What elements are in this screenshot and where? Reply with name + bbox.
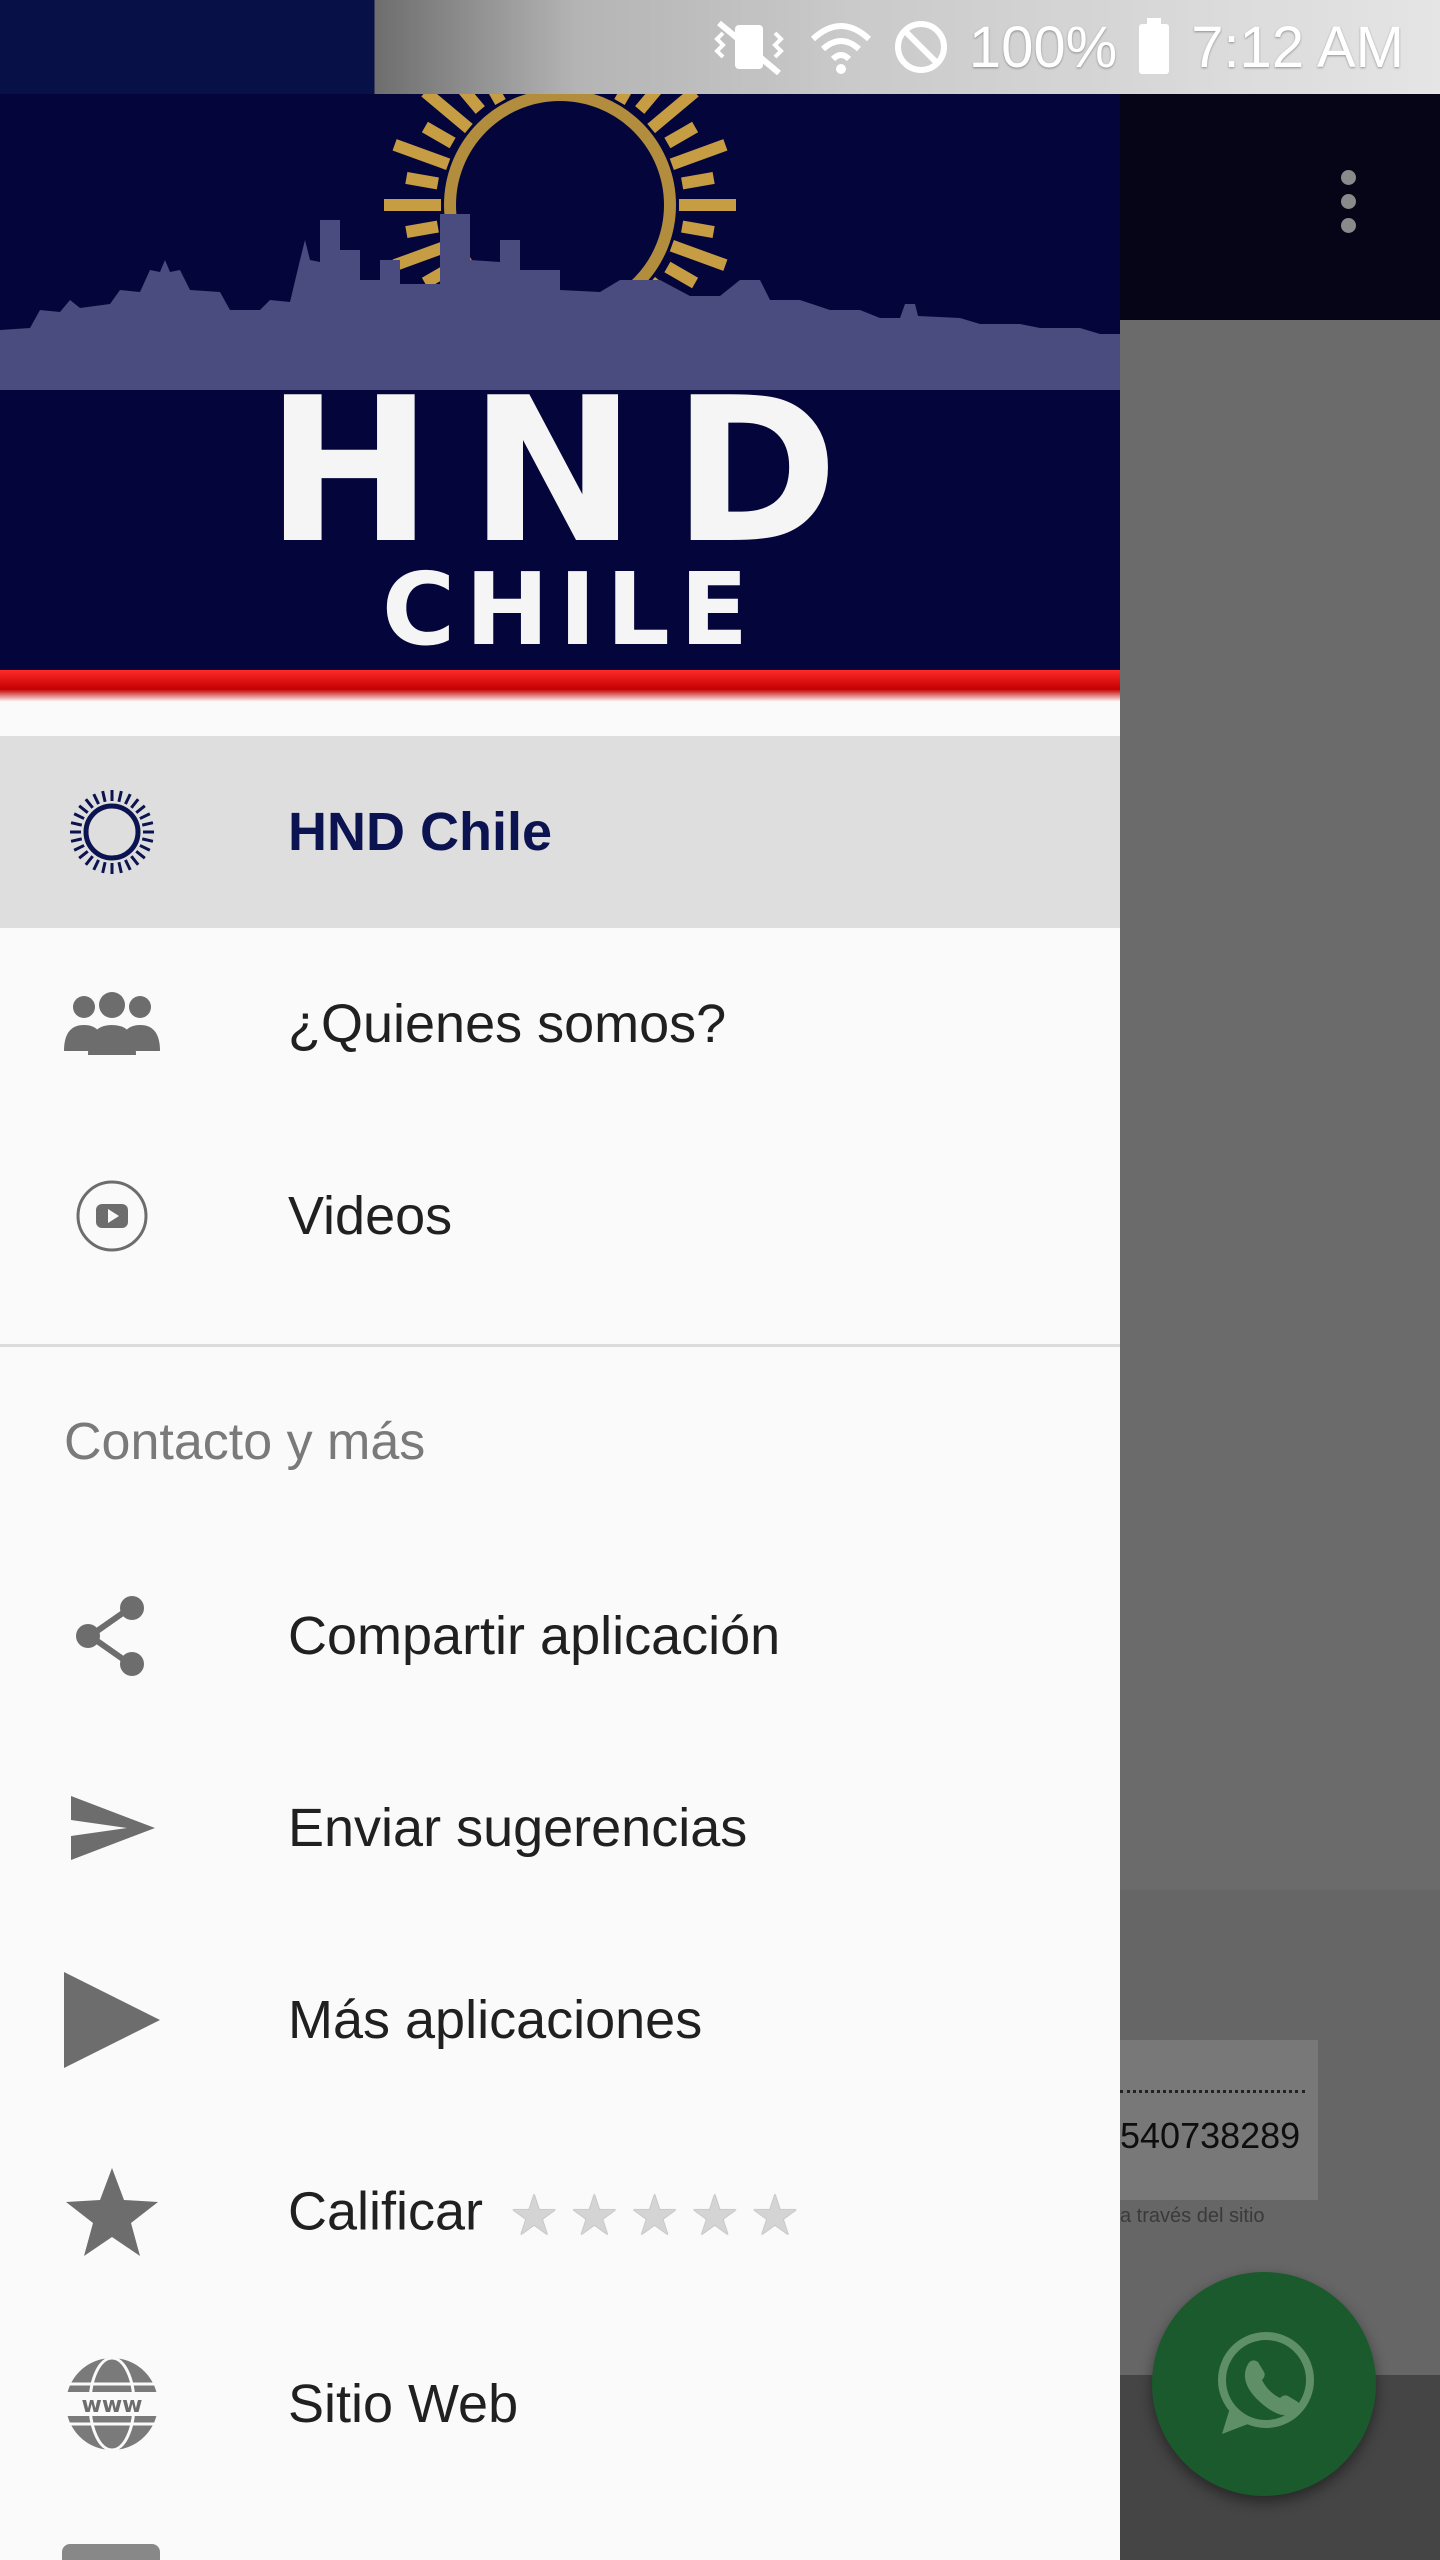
nav-item-enviar-sugerencias[interactable]: Enviar sugerencias bbox=[0, 1732, 1120, 1924]
play-circle-icon bbox=[62, 1166, 162, 1266]
status-bar: 100% 7:12 AM bbox=[0, 0, 1440, 94]
flag-stripe bbox=[0, 670, 1120, 702]
star-1-icon[interactable]: ★ bbox=[509, 2187, 559, 2243]
nav-item-videos[interactable]: Videos bbox=[0, 1120, 1120, 1312]
partial-nav-item-icon bbox=[62, 2544, 160, 2560]
nav-item-label: Sitio Web bbox=[288, 2374, 519, 2434]
globe-www-icon: www bbox=[62, 2354, 162, 2454]
svg-text:www: www bbox=[82, 2393, 143, 2418]
nav-item-label: HND Chile bbox=[288, 802, 553, 862]
nav-item-mas-aplicaciones[interactable]: Más aplicaciones bbox=[0, 1924, 1120, 2116]
star-4-icon[interactable]: ★ bbox=[690, 2187, 740, 2243]
battery-percentage: 100% bbox=[968, 14, 1118, 80]
people-icon bbox=[62, 974, 162, 1074]
brand-subtitle: CHILE bbox=[381, 551, 759, 668]
nav-item-sitio-web[interactable]: www Sitio Web bbox=[0, 2308, 1120, 2500]
overflow-menu-icon[interactable] bbox=[1330, 170, 1366, 250]
brand-title: HND bbox=[265, 355, 875, 588]
sun-logo-icon bbox=[62, 782, 162, 882]
vibrate-mute-icon bbox=[714, 20, 784, 75]
nav-item-hnd-chile[interactable]: HND Chile bbox=[0, 736, 1120, 928]
star-icon bbox=[62, 2162, 162, 2262]
nav-item-label: ¿Quienes somos? bbox=[288, 994, 727, 1054]
section-header: Contacto y más bbox=[64, 1413, 426, 1471]
whatsapp-icon bbox=[1218, 2332, 1314, 2434]
contact-caption: a través del sitio bbox=[1120, 2205, 1265, 2227]
phone-number: 540738289 bbox=[1120, 2115, 1301, 2156]
star-5-icon[interactable]: ★ bbox=[750, 2187, 800, 2243]
drawer-header: HND CHILE bbox=[0, 0, 1120, 702]
battery-icon bbox=[1139, 18, 1170, 74]
nav-item-quienes-somos[interactable]: ¿Quienes somos? bbox=[0, 928, 1120, 1120]
star-3-icon[interactable]: ★ bbox=[629, 2187, 679, 2243]
nav-item-label: Calificar bbox=[288, 2181, 484, 2242]
nav-item-label: Compartir aplicación bbox=[288, 1606, 781, 1666]
nav-item-label: Más aplicaciones bbox=[288, 1990, 703, 2050]
share-icon bbox=[62, 1586, 162, 1686]
whatsapp-button[interactable] bbox=[1152, 2272, 1376, 2496]
do-not-disturb-icon bbox=[894, 21, 947, 73]
star-2-icon[interactable]: ★ bbox=[569, 2187, 619, 2243]
nav-item-label: Videos bbox=[288, 1186, 453, 1246]
wifi-icon bbox=[810, 23, 871, 74]
nav-item-compartir[interactable]: Compartir aplicación bbox=[0, 1540, 1120, 1732]
clock: 7:12 AM bbox=[1191, 14, 1404, 80]
send-icon bbox=[62, 1778, 162, 1878]
nav-item-calificar[interactable]: Calificar ★ ★ ★ ★ ★ bbox=[0, 2116, 1120, 2308]
navigation-drawer: HND CHILE HND Chile ¿Quienes somos? Vide… bbox=[0, 0, 1120, 2560]
play-store-icon bbox=[62, 1970, 162, 2070]
divider bbox=[0, 1344, 1120, 1347]
nav-item-label: Enviar sugerencias bbox=[288, 1798, 748, 1858]
rating-stars[interactable]: ★ ★ ★ ★ ★ bbox=[509, 2187, 800, 2243]
